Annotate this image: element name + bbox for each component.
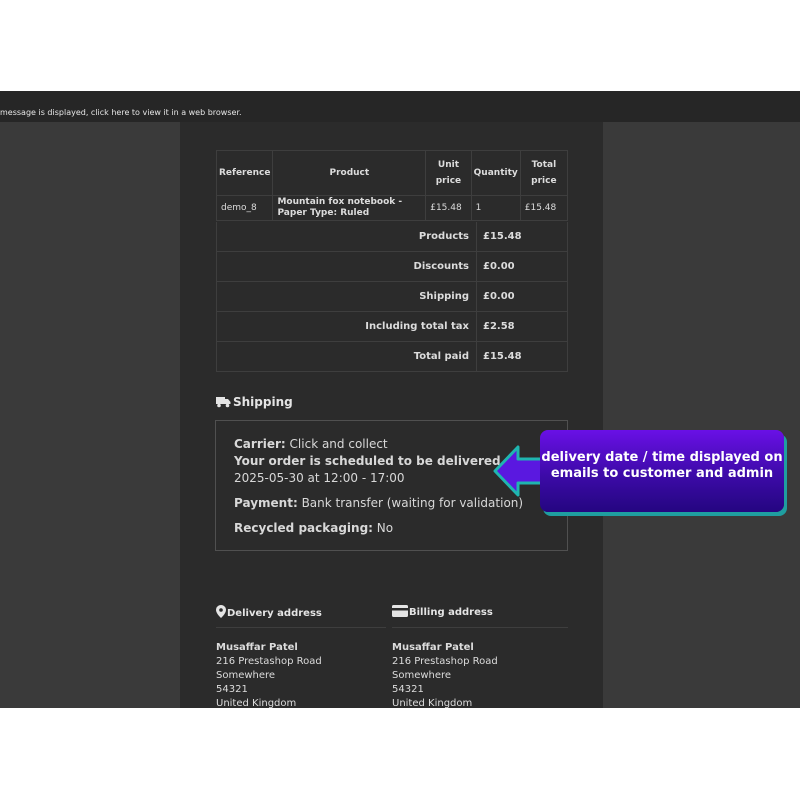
total-label: Discounts xyxy=(413,261,469,272)
payment-value: Bank transfer (waiting for validation) xyxy=(301,496,524,510)
total-value: £0.00 xyxy=(483,291,515,302)
total-value: £15.48 xyxy=(483,231,522,242)
total-label: Total paid xyxy=(413,351,469,362)
billing-line2: Somewhere xyxy=(392,670,452,681)
delivery-line2: Somewhere xyxy=(216,670,276,681)
total-value: £15.48 xyxy=(483,351,522,362)
payment-label: Payment: xyxy=(234,496,298,510)
header-reference: Reference xyxy=(215,150,274,196)
cell-quantity: 1 xyxy=(470,195,521,221)
delivery-postcode: 54321 xyxy=(216,684,248,695)
scheduled-label-text: Your order is scheduled to be delivered … xyxy=(234,454,527,468)
order-totals: Products £15.48 Discounts £0.00 Shipping £0… xyxy=(216,222,568,372)
truck-icon xyxy=(216,396,231,411)
total-row-products: Products £15.48 xyxy=(216,222,568,252)
delivery-country: United Kingdom xyxy=(216,698,297,708)
recycled-line: Recycled packaging: No xyxy=(234,520,567,537)
billing-country: United Kingdom xyxy=(392,698,473,708)
total-label: Products xyxy=(418,231,469,242)
email-viewport: message is displayed, click here to view… xyxy=(0,91,800,708)
table-row: demo_8 Mountain fox notebook - Paper Typ… xyxy=(215,195,569,221)
carrier-label: Carrier: xyxy=(234,437,286,451)
shipping-heading-label: Shipping xyxy=(233,395,293,409)
total-value: £2.58 xyxy=(483,321,515,332)
annotation-callout: delivery date / time displayed on emails… xyxy=(540,430,784,512)
callout-text: delivery date / time displayed on emails… xyxy=(541,450,783,481)
total-row-discounts: Discounts £0.00 xyxy=(216,252,568,282)
billing-name: Musaffar Patel xyxy=(392,642,474,653)
recycled-label: Recycled packaging: xyxy=(234,521,373,535)
location-pin-icon xyxy=(216,605,227,619)
browser-view-bar[interactable]: message is displayed, click here to view… xyxy=(0,91,800,122)
delivery-address-body: Musaffar Patel 216 Prestashop Road Somew… xyxy=(216,628,386,708)
delivery-address-block: Delivery address Musaffar Patel 216 Pres… xyxy=(216,600,386,708)
header-unit-price: Unit price xyxy=(425,150,472,196)
delivery-line1: 216 Prestashop Road xyxy=(216,656,322,667)
carrier-value: Click and collect xyxy=(289,437,388,451)
credit-card-icon xyxy=(392,605,409,618)
header-total-price: Total price xyxy=(519,150,569,196)
billing-address-title: Billing address xyxy=(409,607,493,618)
delivery-name: Musaffar Patel xyxy=(216,642,298,653)
billing-postcode: 54321 xyxy=(392,684,424,695)
total-label: Shipping xyxy=(419,291,469,302)
total-value: £0.00 xyxy=(483,261,515,272)
recycled-value: No xyxy=(376,521,394,535)
cell-product: Mountain fox notebook - Paper Type: Rule… xyxy=(272,195,427,221)
cell-reference: demo_8 xyxy=(215,195,274,221)
billing-address-heading: Billing address xyxy=(392,600,568,628)
view-in-browser-link[interactable]: message is displayed, click here to view… xyxy=(0,108,242,118)
billing-address-block: Billing address Musaffar Patel 216 Prest… xyxy=(392,600,568,708)
delivery-address-title: Delivery address xyxy=(227,608,322,619)
cell-total-price: £15.48 xyxy=(519,195,569,221)
order-items-table: Reference Product Unit price Quantity To… xyxy=(215,150,569,221)
header-product: Product xyxy=(272,150,427,196)
billing-address-body: Musaffar Patel 216 Prestashop Road Somew… xyxy=(392,628,568,708)
total-row-shipping: Shipping £0.00 xyxy=(216,282,568,312)
cell-unit-price: £15.48 xyxy=(425,195,472,221)
billing-line1: 216 Prestashop Road xyxy=(392,656,498,667)
table-header-row: Reference Product Unit price Quantity To… xyxy=(215,150,569,196)
shipping-heading: Shipping xyxy=(216,395,293,411)
email-card: Reference Product Unit price Quantity To… xyxy=(180,122,603,708)
total-row-paid: Total paid £15.48 xyxy=(216,342,568,372)
total-label: Including total tax xyxy=(365,321,469,332)
delivery-address-heading: Delivery address xyxy=(216,600,386,628)
header-quantity: Quantity xyxy=(470,150,521,196)
total-row-tax: Including total tax £2.58 xyxy=(216,312,568,342)
